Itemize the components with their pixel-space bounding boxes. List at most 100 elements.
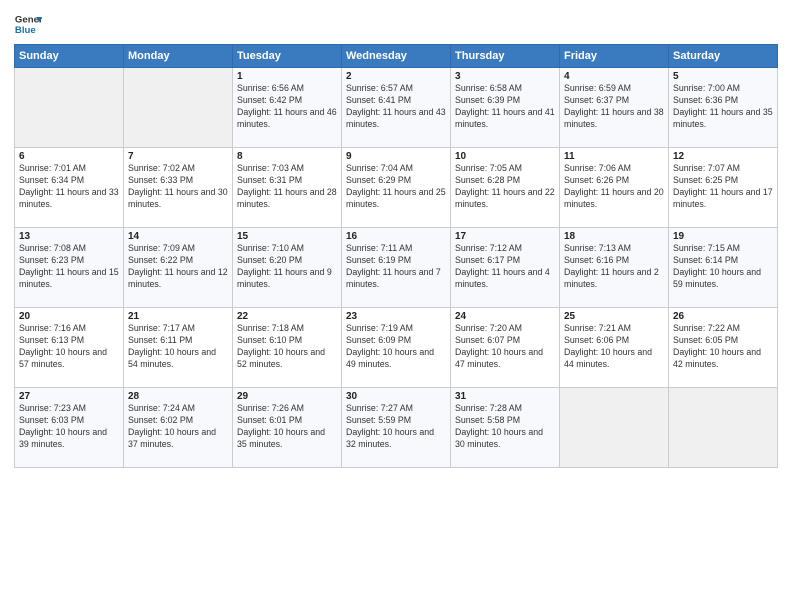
day-number: 7 (128, 151, 228, 162)
day-cell: 15Sunrise: 7:10 AM Sunset: 6:20 PM Dayli… (233, 228, 342, 308)
day-number: 16 (346, 231, 446, 242)
logo: General Blue (14, 10, 42, 38)
day-number: 19 (673, 231, 773, 242)
svg-text:Blue: Blue (15, 25, 36, 36)
day-cell: 17Sunrise: 7:12 AM Sunset: 6:17 PM Dayli… (451, 228, 560, 308)
day-number: 28 (128, 391, 228, 402)
header: General Blue (14, 10, 778, 38)
day-info: Sunrise: 6:57 AM Sunset: 6:41 PM Dayligh… (346, 83, 446, 131)
day-cell: 18Sunrise: 7:13 AM Sunset: 6:16 PM Dayli… (560, 228, 669, 308)
day-info: Sunrise: 7:11 AM Sunset: 6:19 PM Dayligh… (346, 243, 446, 291)
day-cell: 9Sunrise: 7:04 AM Sunset: 6:29 PM Daylig… (342, 148, 451, 228)
day-info: Sunrise: 7:22 AM Sunset: 6:05 PM Dayligh… (673, 323, 773, 371)
day-info: Sunrise: 7:15 AM Sunset: 6:14 PM Dayligh… (673, 243, 773, 291)
day-cell: 6Sunrise: 7:01 AM Sunset: 6:34 PM Daylig… (15, 148, 124, 228)
weekday-saturday: Saturday (669, 45, 778, 68)
day-info: Sunrise: 7:05 AM Sunset: 6:28 PM Dayligh… (455, 163, 555, 211)
day-number: 4 (564, 71, 664, 82)
logo-icon: General Blue (14, 10, 42, 38)
day-cell: 7Sunrise: 7:02 AM Sunset: 6:33 PM Daylig… (124, 148, 233, 228)
day-info: Sunrise: 7:08 AM Sunset: 6:23 PM Dayligh… (19, 243, 119, 291)
day-info: Sunrise: 7:00 AM Sunset: 6:36 PM Dayligh… (673, 83, 773, 131)
day-number: 24 (455, 311, 555, 322)
day-info: Sunrise: 7:20 AM Sunset: 6:07 PM Dayligh… (455, 323, 555, 371)
day-info: Sunrise: 7:28 AM Sunset: 5:58 PM Dayligh… (455, 403, 555, 451)
day-info: Sunrise: 7:12 AM Sunset: 6:17 PM Dayligh… (455, 243, 555, 291)
day-cell: 23Sunrise: 7:19 AM Sunset: 6:09 PM Dayli… (342, 308, 451, 388)
day-cell: 21Sunrise: 7:17 AM Sunset: 6:11 PM Dayli… (124, 308, 233, 388)
day-info: Sunrise: 7:16 AM Sunset: 6:13 PM Dayligh… (19, 323, 119, 371)
day-cell: 24Sunrise: 7:20 AM Sunset: 6:07 PM Dayli… (451, 308, 560, 388)
day-cell: 3Sunrise: 6:58 AM Sunset: 6:39 PM Daylig… (451, 68, 560, 148)
weekday-thursday: Thursday (451, 45, 560, 68)
day-info: Sunrise: 7:09 AM Sunset: 6:22 PM Dayligh… (128, 243, 228, 291)
day-cell: 27Sunrise: 7:23 AM Sunset: 6:03 PM Dayli… (15, 388, 124, 468)
day-number: 30 (346, 391, 446, 402)
day-info: Sunrise: 7:06 AM Sunset: 6:26 PM Dayligh… (564, 163, 664, 211)
day-number: 3 (455, 71, 555, 82)
week-row-4: 20Sunrise: 7:16 AM Sunset: 6:13 PM Dayli… (15, 308, 778, 388)
day-cell (15, 68, 124, 148)
day-cell: 13Sunrise: 7:08 AM Sunset: 6:23 PM Dayli… (15, 228, 124, 308)
day-cell: 11Sunrise: 7:06 AM Sunset: 6:26 PM Dayli… (560, 148, 669, 228)
day-info: Sunrise: 6:58 AM Sunset: 6:39 PM Dayligh… (455, 83, 555, 131)
day-info: Sunrise: 7:04 AM Sunset: 6:29 PM Dayligh… (346, 163, 446, 211)
day-info: Sunrise: 7:18 AM Sunset: 6:10 PM Dayligh… (237, 323, 337, 371)
day-number: 11 (564, 151, 664, 162)
day-cell: 16Sunrise: 7:11 AM Sunset: 6:19 PM Dayli… (342, 228, 451, 308)
day-cell (124, 68, 233, 148)
day-info: Sunrise: 7:07 AM Sunset: 6:25 PM Dayligh… (673, 163, 773, 211)
day-number: 2 (346, 71, 446, 82)
day-number: 31 (455, 391, 555, 402)
day-cell: 30Sunrise: 7:27 AM Sunset: 5:59 PM Dayli… (342, 388, 451, 468)
day-number: 14 (128, 231, 228, 242)
day-info: Sunrise: 7:23 AM Sunset: 6:03 PM Dayligh… (19, 403, 119, 451)
day-info: Sunrise: 6:56 AM Sunset: 6:42 PM Dayligh… (237, 83, 337, 131)
day-info: Sunrise: 7:19 AM Sunset: 6:09 PM Dayligh… (346, 323, 446, 371)
day-number: 1 (237, 71, 337, 82)
week-row-2: 6Sunrise: 7:01 AM Sunset: 6:34 PM Daylig… (15, 148, 778, 228)
day-info: Sunrise: 7:10 AM Sunset: 6:20 PM Dayligh… (237, 243, 337, 291)
day-number: 29 (237, 391, 337, 402)
day-cell: 28Sunrise: 7:24 AM Sunset: 6:02 PM Dayli… (124, 388, 233, 468)
day-number: 8 (237, 151, 337, 162)
day-number: 18 (564, 231, 664, 242)
day-info: Sunrise: 7:03 AM Sunset: 6:31 PM Dayligh… (237, 163, 337, 211)
week-row-3: 13Sunrise: 7:08 AM Sunset: 6:23 PM Dayli… (15, 228, 778, 308)
day-number: 10 (455, 151, 555, 162)
weekday-wednesday: Wednesday (342, 45, 451, 68)
weekday-monday: Monday (124, 45, 233, 68)
weekday-friday: Friday (560, 45, 669, 68)
week-row-1: 1Sunrise: 6:56 AM Sunset: 6:42 PM Daylig… (15, 68, 778, 148)
day-cell (560, 388, 669, 468)
weekday-header-row: SundayMondayTuesdayWednesdayThursdayFrid… (15, 45, 778, 68)
day-number: 26 (673, 311, 773, 322)
day-number: 27 (19, 391, 119, 402)
day-cell: 25Sunrise: 7:21 AM Sunset: 6:06 PM Dayli… (560, 308, 669, 388)
day-info: Sunrise: 7:21 AM Sunset: 6:06 PM Dayligh… (564, 323, 664, 371)
day-cell: 12Sunrise: 7:07 AM Sunset: 6:25 PM Dayli… (669, 148, 778, 228)
week-row-5: 27Sunrise: 7:23 AM Sunset: 6:03 PM Dayli… (15, 388, 778, 468)
day-number: 21 (128, 311, 228, 322)
day-cell: 2Sunrise: 6:57 AM Sunset: 6:41 PM Daylig… (342, 68, 451, 148)
day-number: 13 (19, 231, 119, 242)
day-cell (669, 388, 778, 468)
day-info: Sunrise: 6:59 AM Sunset: 6:37 PM Dayligh… (564, 83, 664, 131)
day-cell: 31Sunrise: 7:28 AM Sunset: 5:58 PM Dayli… (451, 388, 560, 468)
day-number: 6 (19, 151, 119, 162)
day-info: Sunrise: 7:27 AM Sunset: 5:59 PM Dayligh… (346, 403, 446, 451)
day-cell: 14Sunrise: 7:09 AM Sunset: 6:22 PM Dayli… (124, 228, 233, 308)
day-cell: 10Sunrise: 7:05 AM Sunset: 6:28 PM Dayli… (451, 148, 560, 228)
day-number: 23 (346, 311, 446, 322)
day-info: Sunrise: 7:01 AM Sunset: 6:34 PM Dayligh… (19, 163, 119, 211)
weekday-tuesday: Tuesday (233, 45, 342, 68)
day-cell: 8Sunrise: 7:03 AM Sunset: 6:31 PM Daylig… (233, 148, 342, 228)
day-number: 12 (673, 151, 773, 162)
day-info: Sunrise: 7:17 AM Sunset: 6:11 PM Dayligh… (128, 323, 228, 371)
day-cell: 19Sunrise: 7:15 AM Sunset: 6:14 PM Dayli… (669, 228, 778, 308)
day-number: 25 (564, 311, 664, 322)
page: General Blue SundayMondayTuesdayWednesda… (0, 0, 792, 612)
day-cell: 5Sunrise: 7:00 AM Sunset: 6:36 PM Daylig… (669, 68, 778, 148)
day-number: 15 (237, 231, 337, 242)
day-info: Sunrise: 7:02 AM Sunset: 6:33 PM Dayligh… (128, 163, 228, 211)
